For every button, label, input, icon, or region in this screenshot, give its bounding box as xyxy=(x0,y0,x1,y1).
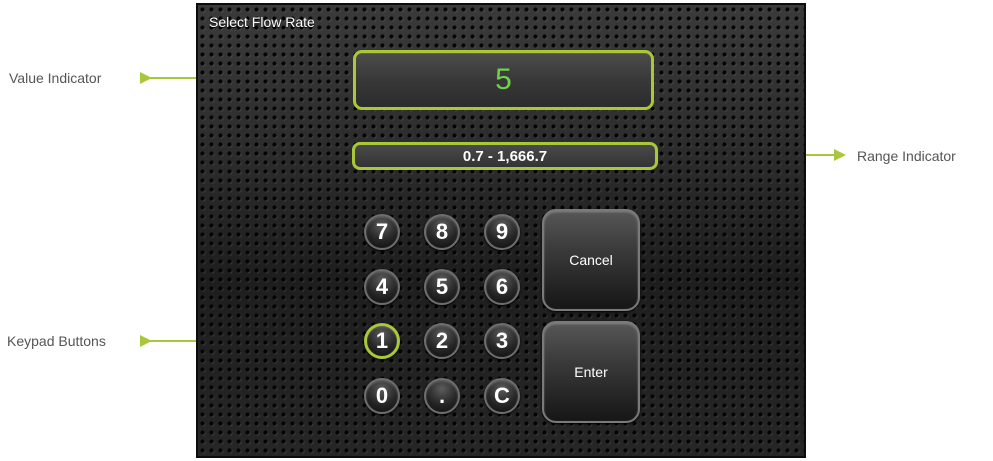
panel-title: Select Flow Rate xyxy=(209,14,315,30)
keypad-button-5[interactable]: 5 xyxy=(424,269,460,305)
value-indicator: 5 xyxy=(353,50,654,110)
keypad-button-8[interactable]: 8 xyxy=(424,214,460,250)
keypad-button-1[interactable]: 1 xyxy=(364,323,400,359)
keypad-button-2[interactable]: 2 xyxy=(424,323,460,359)
keypad-button-0[interactable]: 0 xyxy=(364,378,400,414)
keypad-button-decimal[interactable]: . xyxy=(424,378,460,414)
range-indicator-text: 0.7 - 1,666.7 xyxy=(462,147,548,165)
keypad-button-clear[interactable]: C xyxy=(484,378,520,414)
keypad-button-3[interactable]: 3 xyxy=(484,323,520,359)
enter-button[interactable]: Enter xyxy=(542,321,640,423)
range-indicator: 0.7 - 1,666.7 xyxy=(352,142,658,170)
keypad-button-6[interactable]: 6 xyxy=(484,269,520,305)
keypad-button-7[interactable]: 7 xyxy=(364,214,400,250)
flow-rate-panel: Select Flow Rate 5 0.7 - 1,666.7 7 8 9 4… xyxy=(196,3,806,458)
keypad-button-9[interactable]: 9 xyxy=(484,214,520,250)
cancel-button[interactable]: Cancel xyxy=(542,209,640,311)
keypad-button-4[interactable]: 4 xyxy=(364,269,400,305)
callout-range-indicator-label: Range Indicator xyxy=(857,148,956,164)
value-indicator-text: 5 xyxy=(495,63,512,96)
callout-value-indicator-label: Value Indicator xyxy=(9,70,102,86)
callout-keypad-buttons-label: Keypad Buttons xyxy=(7,333,106,349)
